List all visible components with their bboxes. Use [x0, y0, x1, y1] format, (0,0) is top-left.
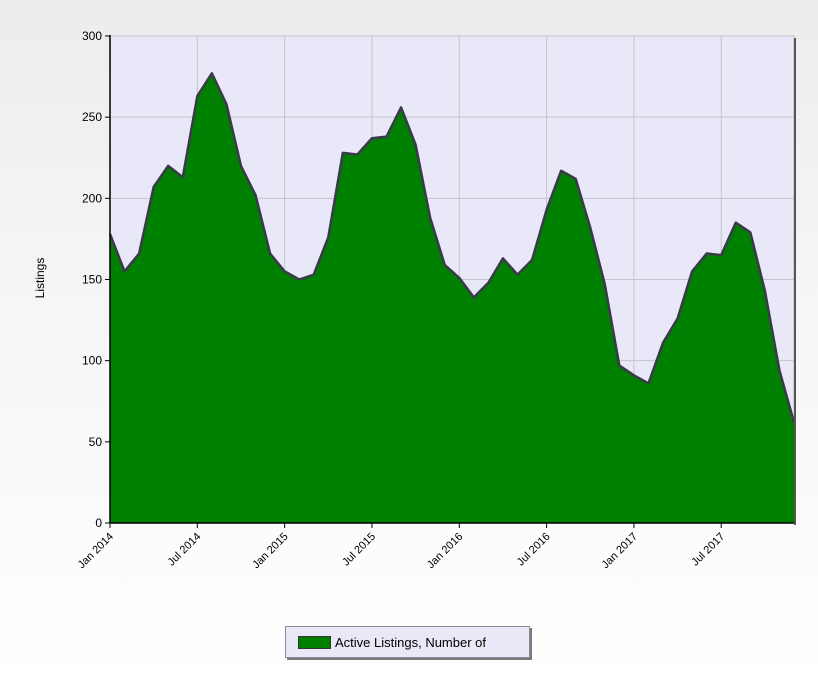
x-axis-ticks: Jan 2014 Jul 2014 Jan 2015 Jul 2015 Jan 2016…	[76, 523, 727, 571]
chart-container: 0 50 100 150 200 250 300 Jan 2014 Jul 2014 Jan 2…	[0, 0, 818, 681]
y-tick-label: 50	[89, 435, 103, 449]
x-tick-label: Jul 2015	[340, 531, 378, 569]
y-tick-label: 250	[82, 110, 102, 124]
y-tick-label: 300	[82, 29, 102, 43]
y-tick-label: 150	[82, 273, 102, 287]
x-tick-label: Jan 2016	[425, 531, 465, 571]
x-tick-label: Jan 2015	[250, 531, 290, 571]
y-axis-ticks: 0 50 100 150 200 250 300	[82, 29, 110, 530]
active-listings-chart: 050100150200250300 Jan 2014 Jul 2014 Jan 2…	[33, 29, 796, 571]
x-tick-label: Jul 2014	[166, 531, 204, 569]
y-tick-label: 100	[82, 354, 102, 368]
y-tick-label: 0	[95, 516, 102, 530]
legend: Active Listings, Number of	[285, 626, 530, 658]
y-tick-label: 200	[82, 191, 102, 205]
legend-swatch	[298, 635, 331, 649]
y-axis-title: Listings	[33, 258, 47, 299]
x-tick-label: Jul 2016	[515, 531, 553, 569]
x-tick-label: Jan 2014	[76, 531, 116, 571]
legend-label: Active Listings, Number of	[335, 634, 487, 650]
x-tick-label: Jan 2017	[600, 531, 640, 571]
x-tick-label: Jul 2017	[689, 531, 727, 569]
